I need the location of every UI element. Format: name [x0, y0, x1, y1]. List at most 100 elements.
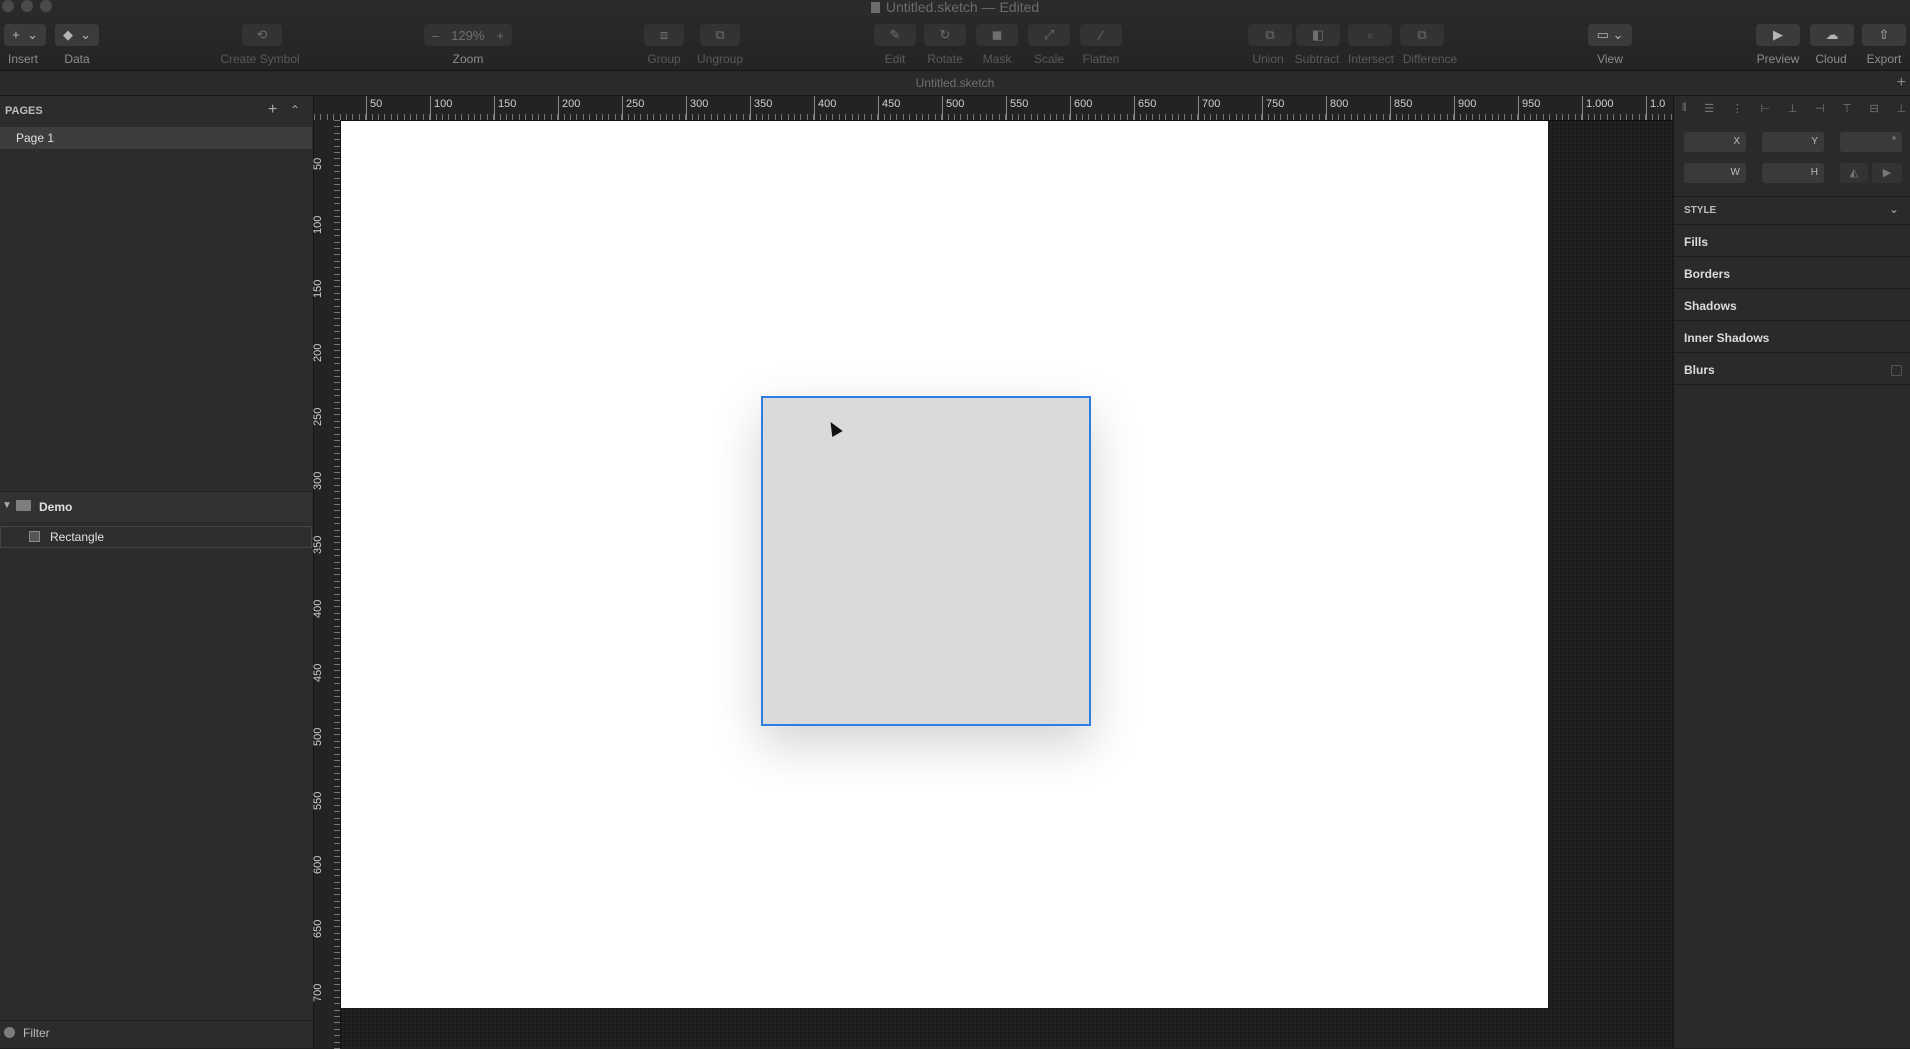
zoom-in-button[interactable]: +: [496, 28, 504, 43]
zoom-out-button[interactable]: –: [432, 28, 439, 43]
mask-button[interactable]: ◼: [976, 24, 1018, 46]
ruler-label: 450: [882, 98, 901, 110]
collapse-pages-icon[interactable]: ⌃: [290, 103, 300, 117]
ruler-tick: [334, 868, 340, 870]
layers-panel: PAGES + ⌃ Page 1 ▼ Demo Rectangle Filter: [0, 96, 314, 1048]
flip-vertical-icon[interactable]: ▶: [1872, 163, 1902, 183]
tidy-icon[interactable]: ⋮: [1732, 102, 1743, 118]
ruler-tick: [1120, 114, 1122, 120]
ruler-tick: [334, 120, 340, 121]
insert-button[interactable]: + ⌄: [4, 24, 46, 46]
ruler-tick: [334, 459, 340, 461]
ruler-tick: [334, 465, 340, 467]
ruler-tick: [506, 114, 507, 120]
x-field[interactable]: X: [1684, 132, 1746, 152]
ruler-tick: [646, 114, 648, 120]
blur-checkbox[interactable]: [1891, 365, 1902, 376]
blurs-section[interactable]: Blurs: [1684, 363, 1715, 377]
ruler-tick: [334, 536, 340, 537]
data-label: Data: [64, 52, 90, 66]
preview-button[interactable]: ▶: [1756, 24, 1800, 46]
ungroup-button[interactable]: ⧉: [700, 24, 740, 46]
align-center-icon[interactable]: ⊥: [1788, 102, 1798, 118]
ruler-tick: [1114, 114, 1115, 120]
flip-horizontal-icon[interactable]: ◭: [1840, 163, 1868, 183]
difference-button[interactable]: ⧉: [1400, 24, 1444, 46]
ruler-tick: [1632, 114, 1634, 120]
subtract-button[interactable]: ◧: [1296, 24, 1340, 46]
layer-row[interactable]: Rectangle: [0, 526, 312, 548]
ruler-tick: [334, 196, 340, 198]
height-field[interactable]: H: [1762, 163, 1824, 183]
ruler-tick: [525, 114, 527, 120]
y-field[interactable]: Y: [1762, 132, 1824, 152]
scale-button[interactable]: ⤢: [1028, 24, 1070, 46]
distribute-horizontal-icon[interactable]: ⫴: [1682, 102, 1687, 118]
data-button[interactable]: ◆ ⌄: [55, 24, 99, 46]
disclosure-triangle-icon[interactable]: ▼: [2, 500, 12, 511]
ruler-tick: [334, 388, 340, 390]
artboard-layer[interactable]: ▼ Demo: [0, 492, 312, 522]
ruler-tick: [334, 830, 340, 832]
add-page-button[interactable]: +: [268, 101, 277, 119]
ruler-tick: [334, 395, 340, 397]
ruler-tick: [1587, 114, 1589, 120]
ruler-tick: [634, 114, 635, 120]
chevron-down-icon[interactable]: ⌄: [1889, 202, 1899, 216]
ruler-tick: [608, 114, 610, 120]
borders-section[interactable]: Borders: [1684, 267, 1730, 281]
inner-shadows-section[interactable]: Inner Shadows: [1684, 331, 1769, 345]
ruler-major-tick: [1326, 96, 1327, 120]
inspector-panel: ⫴ ☰ ⋮ ⊢ ⊥ ⊣ ⊤ ⊟ ⊥ X Y ° W H ◭ ▶ STYLE ⌄ …: [1673, 96, 1910, 1048]
ruler-label: 650: [1138, 98, 1157, 110]
group-button[interactable]: ⧈: [644, 24, 684, 46]
ruler-tick: [334, 145, 340, 147]
zoom-label: Zoom: [452, 52, 484, 66]
edit-button[interactable]: ✎: [874, 24, 916, 46]
width-field[interactable]: W: [1684, 163, 1746, 183]
vertical-ruler: 50 100 150 200 250 300 350 400 450 500 550 600 650 70…: [312, 120, 341, 1049]
document-tab[interactable]: Untitled.sketch +: [0, 71, 1910, 96]
cloud-button[interactable]: ☁: [1810, 24, 1854, 46]
ruler-tick: [461, 114, 463, 120]
ruler-tick: [334, 1022, 340, 1024]
ruler-tick: [1306, 114, 1307, 120]
ruler-major-tick: [1070, 96, 1071, 120]
page-item[interactable]: Page 1: [0, 127, 312, 149]
intersect-button[interactable]: ▫: [1348, 24, 1392, 46]
ruler-tick: [334, 504, 340, 505]
align-top-icon[interactable]: ⊤: [1842, 102, 1852, 118]
align-bottom-icon[interactable]: ⊥: [1896, 102, 1906, 118]
distribute-vertical-icon[interactable]: ☰: [1704, 102, 1714, 118]
ruler-tick: [1293, 114, 1295, 120]
view-button[interactable]: ▭ ⌄: [1588, 24, 1632, 46]
union-button[interactable]: ⧉: [1248, 24, 1292, 46]
toolbar: Untitled.sketch — Edited + ⌄ Insert ◆ ⌄ …: [0, 0, 1910, 71]
ruler-tick: [1184, 114, 1186, 120]
ruler-major-tick: [750, 96, 751, 120]
ruler-label: 600: [312, 855, 324, 874]
shadows-section[interactable]: Shadows: [1684, 299, 1737, 313]
ruler-tick: [1088, 114, 1090, 120]
zoom-control[interactable]: – 129% +: [424, 24, 512, 46]
ruler-tick: [1318, 114, 1320, 120]
align-left-icon[interactable]: ⊢: [1760, 102, 1770, 118]
ruler-tick: [334, 305, 340, 307]
rotation-field[interactable]: °: [1840, 132, 1902, 152]
ruler-tick: [334, 369, 340, 371]
filter-input[interactable]: Filter: [23, 1026, 50, 1040]
fills-section[interactable]: Fills: [1684, 235, 1708, 249]
align-middle-icon[interactable]: ⊟: [1869, 102, 1878, 118]
align-right-icon[interactable]: ⊣: [1815, 102, 1825, 118]
flatten-button[interactable]: ⁄: [1080, 24, 1122, 46]
new-tab-button[interactable]: +: [1897, 71, 1906, 95]
rotate-button[interactable]: ↻: [924, 24, 966, 46]
create-symbol-button[interactable]: ⟲: [242, 24, 282, 46]
selected-rectangle[interactable]: [761, 396, 1091, 726]
ruler-label: 200: [312, 343, 324, 362]
ruler-tick: [1606, 114, 1608, 120]
export-button[interactable]: ⇧: [1862, 24, 1906, 46]
ruler-tick: [334, 990, 340, 992]
ruler-tick: [909, 114, 911, 120]
y-field-label: Y: [1811, 136, 1818, 147]
